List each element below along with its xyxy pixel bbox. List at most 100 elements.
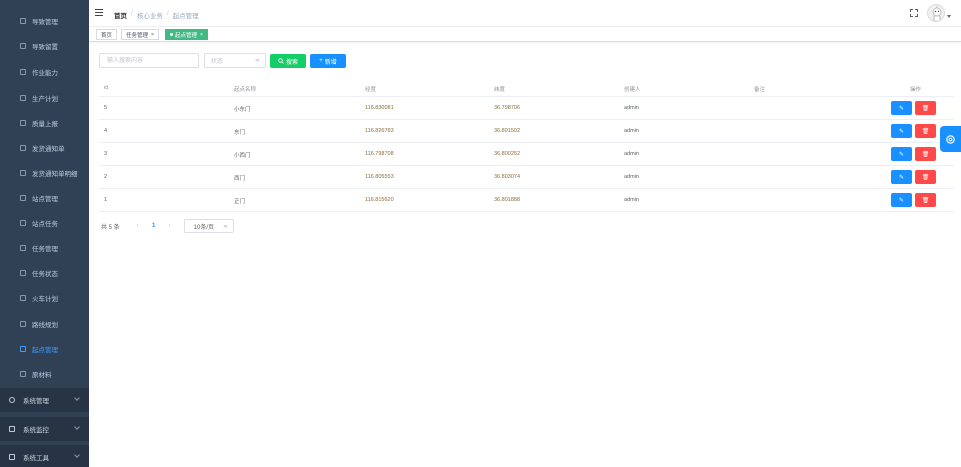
chevron-down-icon	[74, 395, 80, 401]
menu-icon	[20, 69, 26, 75]
sidebar-item-label: 起点管理	[32, 347, 58, 354]
sidebar-item-label: 站点管理	[32, 196, 58, 203]
delete-button[interactable]: 🗑	[915, 101, 936, 115]
fullscreen-icon[interactable]	[910, 9, 918, 17]
tag-label: 任务管理	[126, 32, 149, 39]
sidebar-item-yuancailiao[interactable]: 原材料	[0, 362, 89, 386]
column-header-actions: 操作	[910, 87, 922, 93]
sidebar-item-fahuo-tongzhidan[interactable]: 发货通知单	[0, 136, 89, 160]
trash-icon: 🗑	[921, 174, 930, 181]
sidebar-item-renwu-zhuangtai[interactable]: 任务状态	[0, 261, 89, 285]
sidebar-item-daozhi-guanli[interactable]: 导致管理	[0, 9, 89, 33]
tag-task-manage[interactable]: 任务管理 ×	[121, 29, 159, 40]
sidebar-item-zhandian-renwu[interactable]: 站点任务	[0, 211, 89, 235]
edit-button[interactable]: ✎	[891, 193, 912, 207]
table-row: 2 西门 116.805553 36.803074 admin ✎ 🗑	[99, 166, 954, 189]
cell-latitude: 36.798706	[494, 105, 520, 111]
navbar: 首页 / 核心业务 / 起点管理	[89, 0, 961, 27]
menu-icon	[20, 346, 26, 352]
search-input[interactable]	[99, 53, 199, 68]
menu-icon	[20, 18, 26, 24]
cell-latitude: 36.803074	[494, 174, 520, 180]
status-select[interactable]: 状态	[204, 53, 266, 68]
sidebar: 导致管理 导致留置 作业能力 生产计划 质量上报 发货通知单 发货通知单明细 站…	[0, 0, 89, 467]
cell-name: 小西门	[234, 153, 251, 159]
hamburger-icon[interactable]	[95, 9, 103, 16]
cell-id: 3	[104, 151, 108, 157]
delete-button[interactable]: 🗑	[915, 170, 936, 184]
edit-button[interactable]: ✎	[891, 170, 912, 184]
next-page-icon[interactable]: ›	[164, 223, 176, 229]
sidebar-group-label: 系统监控	[23, 427, 49, 434]
menu-icon	[20, 43, 26, 49]
cell-creator: admin	[624, 151, 639, 157]
cell-longitude: 116.798708	[365, 151, 394, 157]
search-icon	[278, 58, 284, 64]
cell-id: 4	[104, 128, 108, 134]
column-header-id: id	[104, 85, 109, 91]
tag-home[interactable]: 首页	[96, 29, 118, 40]
cell-name: 西门	[234, 176, 246, 182]
page-number-current[interactable]: 1	[144, 223, 164, 229]
row-actions: ✎ 🗑	[891, 193, 936, 207]
chevron-down-icon	[223, 223, 228, 228]
main-content: 状态 搜索 + 新增 id 起点名称 经度 纬度 创建人 备注 操作 5 小东门…	[89, 43, 961, 467]
edit-icon: ✎	[898, 174, 905, 181]
sidebar-item-qidian-guanli[interactable]: 起点管理	[0, 337, 89, 361]
cell-latitude: 36.800252	[494, 151, 520, 157]
tag-start-point-manage[interactable]: 起点管理 ×	[165, 29, 208, 40]
sidebar-item-label: 导致留置	[32, 44, 58, 51]
search-button[interactable]: 搜索	[270, 54, 306, 68]
sidebar-item-label: 任务管理	[32, 246, 58, 253]
close-icon[interactable]: ×	[200, 32, 203, 38]
edit-button[interactable]: ✎	[891, 147, 912, 161]
sidebar-item-luxian-guihua[interactable]: 路线规划	[0, 312, 89, 336]
table-row: 1 正门 116.815620 36.801888 admin ✎ 🗑	[99, 189, 954, 212]
trash-icon: 🗑	[921, 197, 930, 204]
breadcrumb-separator: /	[166, 10, 169, 17]
cell-creator: admin	[624, 128, 639, 134]
row-actions: ✎ 🗑	[891, 101, 936, 115]
sidebar-item-renwu-guanli[interactable]: 任务管理	[0, 236, 89, 260]
trash-icon: 🗑	[921, 105, 930, 112]
row-actions: ✎ 🗑	[891, 170, 936, 184]
delete-button[interactable]: 🗑	[915, 147, 936, 161]
sidebar-item-daozhi-liuzhi[interactable]: 导致留置	[0, 34, 89, 58]
sidebar-item-huoche-jihua[interactable]: 火车计划	[0, 286, 89, 310]
sidebar-group-label: 系统工具	[23, 455, 49, 462]
edit-icon: ✎	[898, 128, 905, 135]
cell-latitude: 36.801502	[494, 128, 520, 134]
menu-icon	[20, 371, 26, 377]
page-size-select[interactable]: 10条/页	[183, 219, 234, 233]
sidebar-item-shengchan-jihua[interactable]: 生产计划	[0, 86, 89, 110]
delete-button[interactable]: 🗑	[915, 124, 936, 138]
sidebar-item-label: 原材料	[32, 372, 52, 379]
breadcrumb-home[interactable]: 首页	[114, 10, 127, 20]
settings-float-button[interactable]	[940, 126, 961, 152]
sidebar-item-label: 作业能力	[32, 70, 58, 77]
delete-button[interactable]: 🗑	[915, 193, 936, 207]
avatar[interactable]	[927, 4, 945, 22]
sidebar-item-zuoye-nengli[interactable]: 作业能力	[0, 60, 89, 84]
pagination: 共 5 条 ‹ 1 › 10条/页	[101, 219, 234, 233]
sidebar-item-fahuo-tongzhidan-mingxi[interactable]: 发货通知单明细	[0, 161, 89, 185]
sidebar-item-zhiliang-shangbao[interactable]: 质量上报	[0, 111, 89, 135]
sidebar-group-system-tools[interactable]: 系统工具	[0, 445, 89, 467]
chevron-down-icon	[74, 424, 80, 430]
edit-button[interactable]: ✎	[891, 124, 912, 138]
close-icon[interactable]: ×	[151, 32, 154, 38]
edit-button[interactable]: ✎	[891, 101, 912, 115]
caret-down-icon[interactable]	[947, 15, 951, 18]
column-header-creator: 创建人	[624, 87, 641, 93]
menu-icon	[20, 245, 26, 251]
sidebar-item-zhandian-guanli[interactable]: 站点管理	[0, 186, 89, 210]
add-button-label: 新增	[324, 59, 337, 66]
add-button[interactable]: + 新增	[310, 54, 346, 68]
cell-longitude: 116.815620	[365, 197, 394, 203]
sidebar-group-system-manage[interactable]: 系统管理	[0, 388, 89, 412]
cell-id: 5	[104, 105, 108, 111]
sidebar-group-system-monitor[interactable]: 系统监控	[0, 417, 89, 441]
menu-icon	[20, 270, 26, 276]
cell-id: 1	[104, 197, 108, 203]
prev-page-icon[interactable]: ‹	[132, 223, 144, 229]
